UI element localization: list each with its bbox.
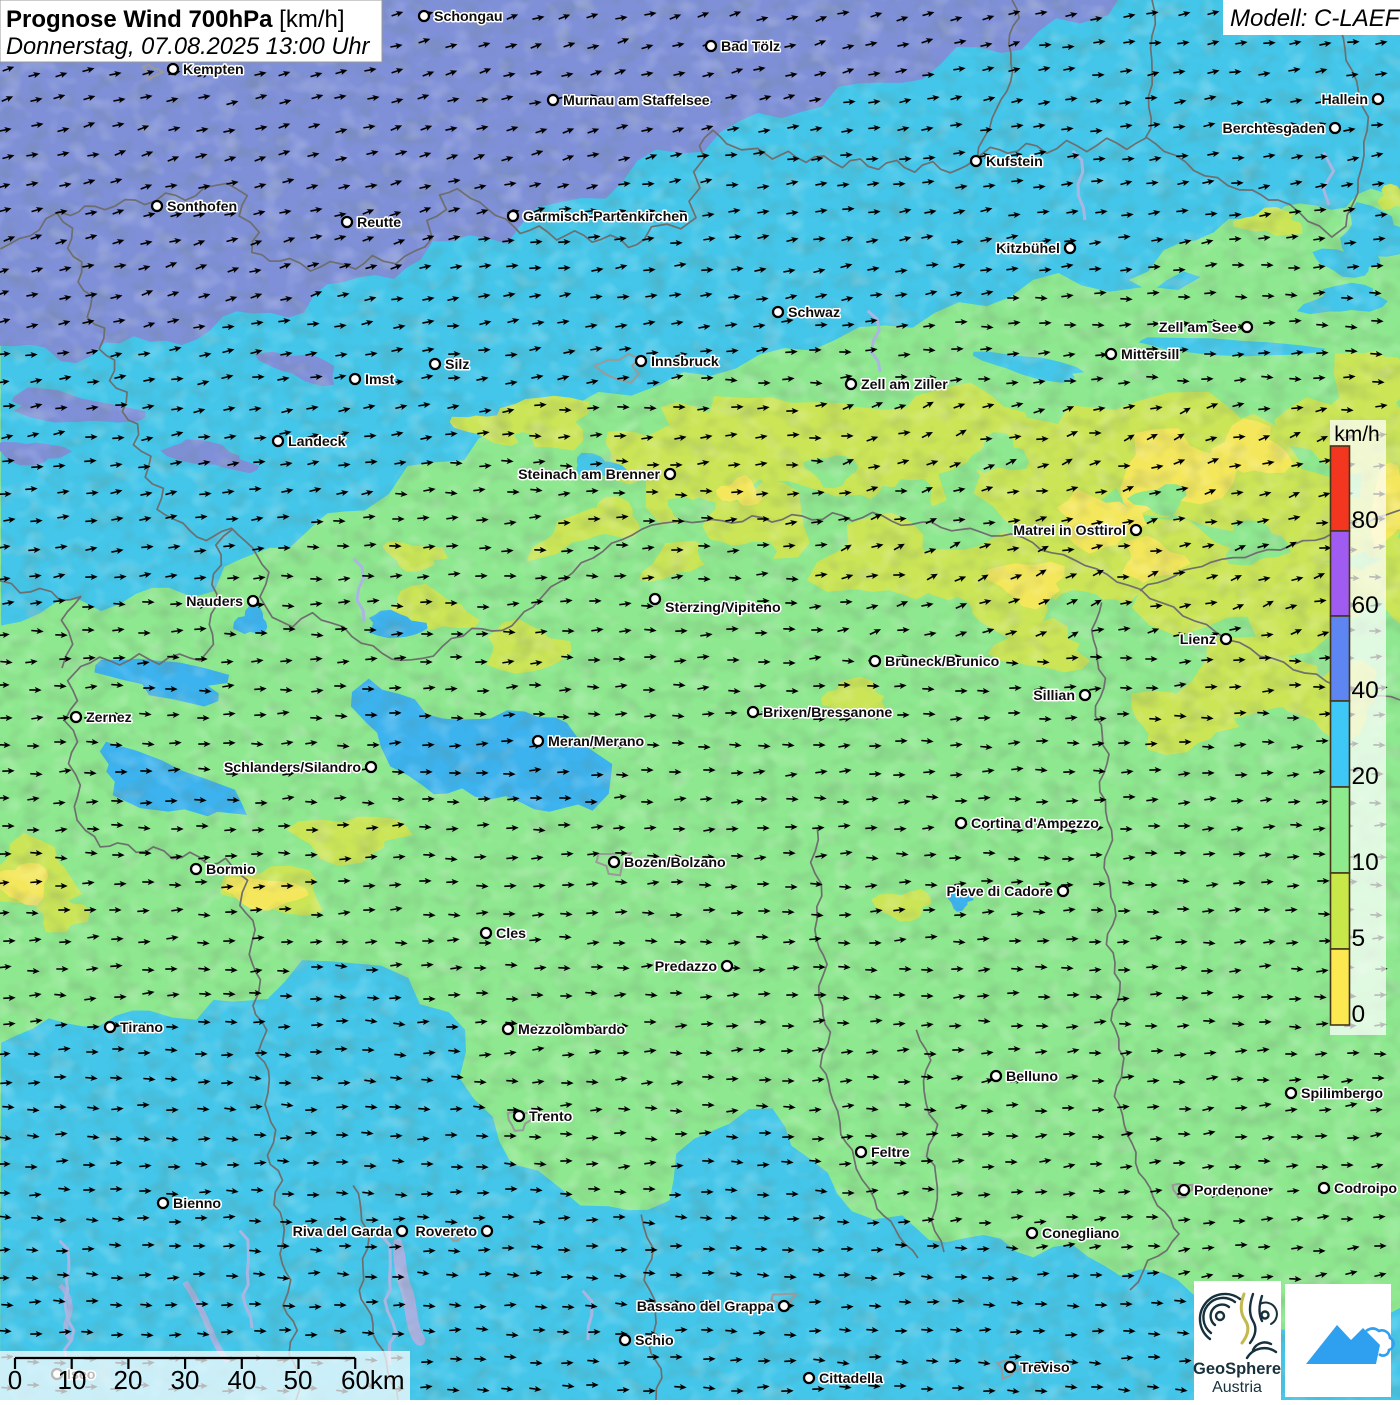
svg-text:Schlanders/Silandro: Schlanders/Silandro [224,760,362,776]
svg-text:Nauders: Nauders [186,594,243,610]
svg-text:5: 5 [1352,925,1366,952]
svg-text:Sterzing/Vipiteno: Sterzing/Vipiteno [665,600,781,616]
svg-text:Hallein: Hallein [1321,92,1368,108]
svg-text:40: 40 [1352,677,1379,704]
svg-text:GeoSphere: GeoSphere [1193,1360,1281,1378]
svg-text:30: 30 [171,1365,200,1395]
svg-text:Cortina d'Ampezzo: Cortina d'Ampezzo [971,816,1099,832]
svg-text:Landeck: Landeck [288,434,346,450]
svg-text:Kitzbühel: Kitzbühel [996,241,1060,257]
svg-text:10: 10 [1352,849,1379,876]
svg-text:Mezzolombardo: Mezzolombardo [518,1022,626,1038]
svg-text:Pordenone: Pordenone [1194,1183,1268,1199]
svg-text:Berchtesgaden: Berchtesgaden [1223,121,1326,137]
svg-text:Matrei in Osttirol: Matrei in Osttirol [1013,523,1126,539]
svg-text:Zernez: Zernez [86,710,132,726]
svg-text:20: 20 [1352,763,1379,790]
svg-text:Kempten: Kempten [183,62,244,78]
svg-text:Murnau am Staffelsee: Murnau am Staffelsee [563,93,710,109]
svg-text:Brixen/Bressanone: Brixen/Bressanone [763,705,892,721]
svg-text:40: 40 [228,1365,257,1395]
svg-text:Silz: Silz [445,357,469,373]
svg-text:Modell: C-LAEF: Modell: C-LAEF [1230,5,1400,32]
svg-text:Trento: Trento [529,1109,573,1125]
svg-text:Rovereto: Rovereto [416,1224,478,1240]
svg-text:Mittersill: Mittersill [1121,347,1179,363]
svg-text:Steinach am Brenner: Steinach am Brenner [518,467,660,483]
svg-text:Bienno: Bienno [173,1196,221,1212]
svg-text:Feltre: Feltre [871,1145,910,1161]
svg-text:Tirano: Tirano [120,1020,163,1036]
svg-text:Bad Tölz: Bad Tölz [721,39,780,55]
svg-text:Lienz: Lienz [1180,632,1216,648]
svg-text:Riva del Garda: Riva del Garda [293,1224,392,1240]
svg-text:Garmisch-Partenkirchen: Garmisch-Partenkirchen [523,209,688,225]
svg-text:0: 0 [1352,1001,1366,1028]
svg-text:Bassano del Grappa: Bassano del Grappa [637,1299,774,1315]
svg-text:60: 60 [1352,592,1379,619]
svg-text:Belluno: Belluno [1006,1069,1058,1085]
svg-text:Meran/Merano: Meran/Merano [548,734,645,750]
svg-text:Codroipo: Codroipo [1334,1181,1397,1197]
svg-text:Zell am Ziller: Zell am Ziller [861,377,948,393]
svg-text:Schio: Schio [635,1333,674,1349]
svg-text:20: 20 [114,1365,143,1395]
svg-text:Predazzo: Predazzo [655,959,718,975]
svg-text:Kufstein: Kufstein [986,154,1043,170]
svg-text:Bormio: Bormio [206,862,256,878]
svg-text:60km: 60km [341,1365,405,1395]
svg-text:Bozen/Bolzano: Bozen/Bolzano [624,855,726,871]
svg-text:Reutte: Reutte [357,215,401,231]
svg-text:Sonthofen: Sonthofen [167,199,237,215]
svg-text:Imst: Imst [365,372,394,388]
svg-text:Spilimbergo: Spilimbergo [1301,1086,1383,1102]
svg-text:Treviso: Treviso [1020,1360,1070,1376]
svg-text:50: 50 [284,1365,313,1395]
svg-text:Cittadella: Cittadella [819,1371,883,1387]
svg-text:Innsbruck: Innsbruck [651,354,719,370]
svg-text:Austria: Austria [1212,1379,1262,1396]
svg-text:Zell am See: Zell am See [1159,320,1237,336]
svg-text:Cles: Cles [496,926,526,942]
svg-text:Bruneck/Brunico: Bruneck/Brunico [885,654,1000,670]
svg-text:80: 80 [1352,507,1379,534]
svg-text:Donnerstag, 07.08.2025 13:00 U: Donnerstag, 07.08.2025 13:00 Uhr [6,34,370,60]
svg-text:Prognose Wind 700hPa [km/h]: Prognose Wind 700hPa [km/h] [6,6,345,33]
svg-text:Conegliano: Conegliano [1042,1226,1120,1242]
svg-text:10: 10 [58,1365,87,1395]
svg-text:Schwaz: Schwaz [788,305,840,321]
svg-text:km/h: km/h [1334,423,1380,446]
svg-text:Schongau: Schongau [434,9,503,25]
svg-text:Pieve di Cadore: Pieve di Cadore [947,884,1054,900]
svg-text:0: 0 [8,1365,22,1395]
svg-text:Sillian: Sillian [1033,688,1075,704]
